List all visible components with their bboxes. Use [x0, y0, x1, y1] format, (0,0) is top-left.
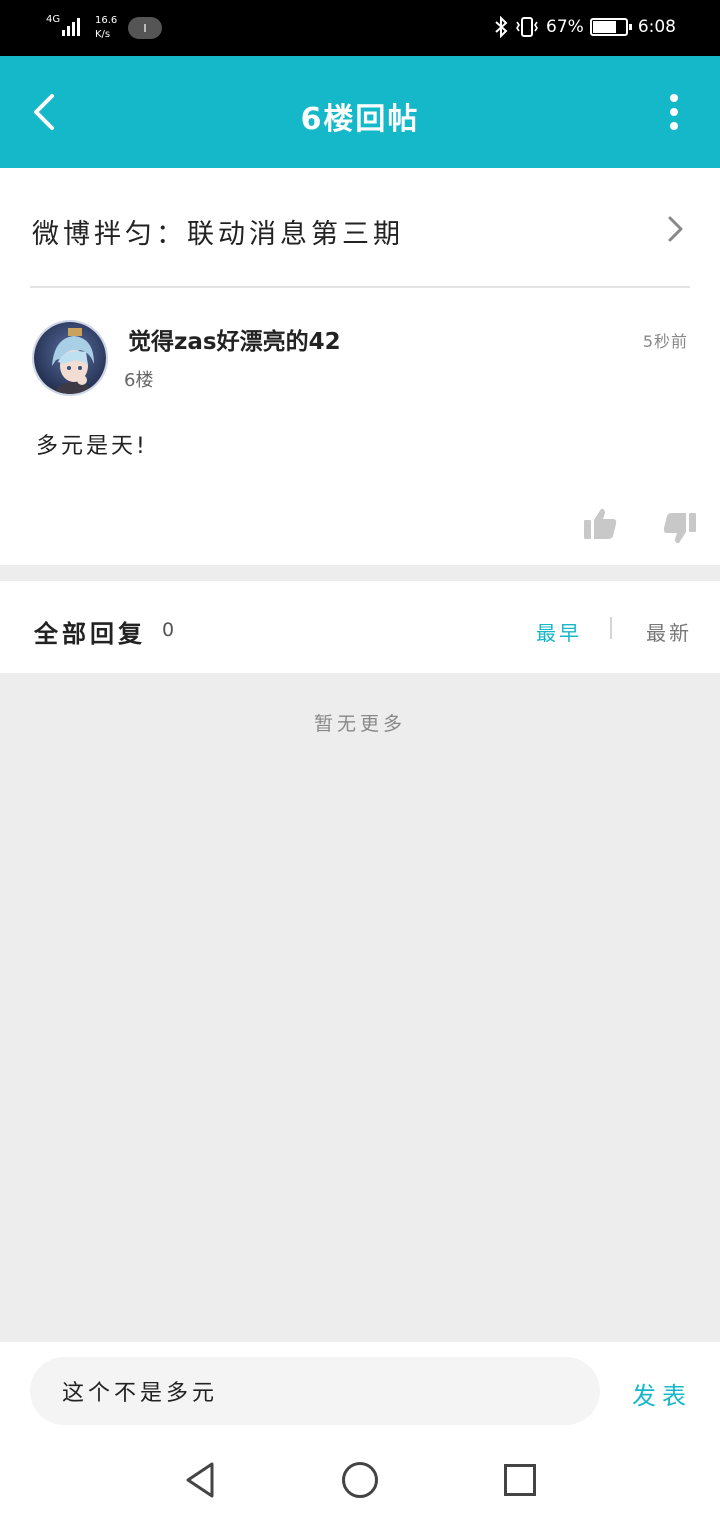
replies-header: 全部回复 0 最早 最新 [0, 581, 720, 673]
more-vertical-icon[interactable] [668, 94, 680, 134]
section-gap [0, 565, 720, 581]
network-speed-value: 16.6 [95, 15, 118, 26]
post-time: 5秒前 [642, 332, 688, 351]
reply-input[interactable] [30, 1357, 600, 1425]
replies-list[interactable]: 暂无更多 [0, 673, 720, 1342]
thumbs-down-icon[interactable] [662, 510, 698, 546]
signal-type: 4G [46, 14, 61, 25]
thumbs-up-icon[interactable] [582, 506, 618, 542]
nav-recents-icon[interactable] [504, 1464, 536, 1496]
clock: 6:08 [637, 17, 676, 37]
replies-count: 0 [162, 619, 175, 641]
compose-bar: 发表 [0, 1342, 720, 1442]
topic-title: 微博拌匀：联动消息第三期 [32, 219, 404, 250]
avatar[interactable] [32, 320, 108, 396]
empty-state-text: 暂无更多 [313, 713, 406, 735]
nav-home-icon[interactable] [342, 1462, 378, 1498]
sort-latest-button[interactable]: 最新 [646, 617, 692, 646]
vibrate-icon [516, 17, 538, 37]
network-speed-unit: K/s [95, 29, 111, 40]
replies-label: 全部回复 [34, 620, 146, 648]
network-speed: 16.6 K/s [95, 14, 117, 42]
status-bar: 4G 16.6 K/s 67% 6:08 [0, 0, 720, 56]
sort-earliest-button[interactable]: 最早 [536, 617, 582, 646]
battery-icon [589, 18, 632, 36]
battery-level-fill [592, 21, 616, 33]
post-content: 多元是天! [36, 434, 148, 459]
page-title: 6楼回帖 [300, 102, 420, 137]
app-bar: 6楼回帖 [0, 56, 720, 168]
notification-pill [128, 17, 162, 39]
status-right: 67% 6:08 [494, 16, 676, 38]
username[interactable]: 觉得zas好漂亮的42 [128, 322, 341, 356]
bluetooth-icon [495, 16, 508, 38]
signal-bars-icon [62, 18, 80, 36]
chevron-right-icon [668, 216, 683, 242]
system-nav-bar [0, 1442, 720, 1520]
floor-post: 觉得zas好漂亮的42 6楼 5秒前 多元是天! [0, 288, 720, 565]
battery-percent: 67% [546, 17, 584, 37]
nav-back-icon[interactable] [182, 1460, 222, 1500]
topic-link[interactable]: 微博拌匀：联动消息第三期 [0, 168, 720, 288]
floor-number: 6楼 [124, 370, 154, 391]
sort-separator [610, 617, 612, 639]
send-button[interactable]: 发表 [632, 1376, 692, 1411]
